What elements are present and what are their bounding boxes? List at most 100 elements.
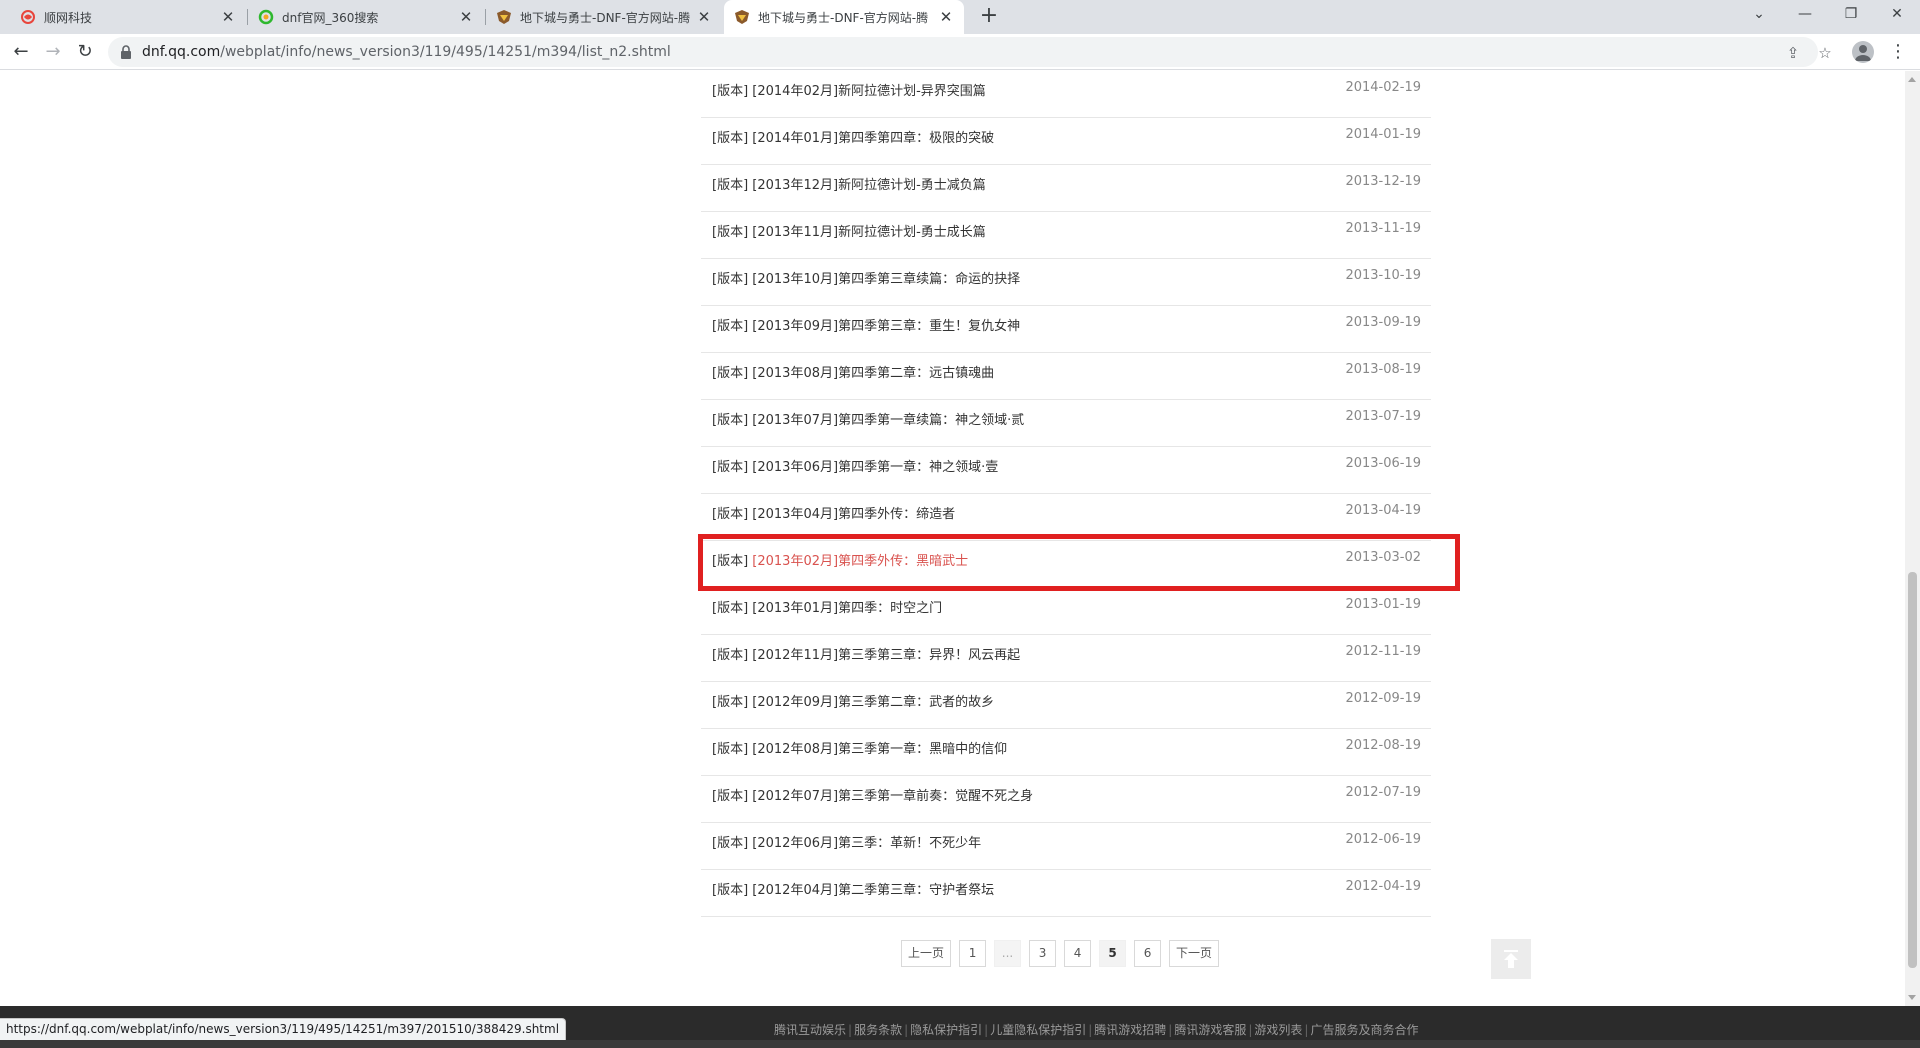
back-arrow-icon[interactable]: ← [8,39,34,65]
vertical-scrollbar[interactable] [1905,71,1920,1006]
share-icon[interactable]: ⇪ [1782,42,1804,64]
scrollbar-thumb[interactable] [1908,572,1917,968]
scroll-down-arrow-icon[interactable] [1908,995,1916,1000]
news-row: [版本] [2012年11月]第三季第三章：异界！风云再起 2012-11-19 [701,635,1431,682]
news-category: [版本] [712,413,749,428]
news-category: [版本] [712,601,749,616]
news-title: [2013年09月]第四季第三章：重生！复仇女神 [752,319,1021,334]
address-bar[interactable]: dnf.qq.com/webplat/info/news_version3/11… [108,37,1832,67]
news-date: 2014-02-19 [1345,80,1421,95]
minimize-button[interactable]: — [1782,0,1828,30]
360-search-icon [258,9,274,25]
tab-0[interactable]: 顺网科技 ✕ [10,0,246,34]
tab-close-icon[interactable]: ✕ [696,8,712,26]
news-row: [版本] [2012年07月]第三季第一章前奏：觉醒不死之身 2012-07-19 [701,776,1431,823]
restore-button[interactable]: ❐ [1828,0,1874,30]
footer-link[interactable]: 儿童隐私保护指引 [990,1023,1086,1037]
tab-strip: 顺网科技 ✕ dnf官网_360搜索 ✕ 地下城与勇士-DNF-官方网站-腾 ✕… [0,0,1920,34]
news-title: [2013年04月]第四季外传：缔造者 [752,507,956,522]
tab-close-icon[interactable]: ✕ [938,8,954,26]
prev-page-button[interactable]: 上一页 [901,940,952,967]
footer-links: 腾讯互动娱乐 | 服务条款 | 隐私保护指引 | 儿童隐私保护指引 | 腾讯游戏招聘 | 腾讯游戏客… [774,1021,1418,1038]
news-title-link[interactable]: [版本] [2013年04月]第四季外传：缔造者 [712,503,955,522]
news-title-link[interactable]: [版本] [2014年02月]新阿拉德计划-异界突围篇 [712,80,986,99]
news-title-link[interactable]: [版本] [2013年08月]第四季第二章：远古镇魂曲 [712,362,994,381]
bottom-strip [0,1040,1920,1048]
close-window-button[interactable]: ✕ [1874,0,1920,30]
page-6-button[interactable]: 6 [1134,940,1162,967]
news-category: [版本] [712,789,749,804]
news-category: [版本] [712,695,749,710]
news-title: [2013年10月]第四季第三章续篇：命运的抉择 [752,272,1021,287]
news-title: [2012年09月]第三季第二章：武者的故乡 [752,695,995,710]
forward-arrow-icon[interactable]: → [40,39,66,65]
news-title-link[interactable]: [版本] [2012年06月]第三季：革新！不死少年 [712,832,981,851]
news-date: 2012-08-19 [1345,738,1421,753]
news-title-link[interactable]: [版本] [2012年11月]第三季第三章：异界！风云再起 [712,644,1020,663]
scroll-up-arrow-icon[interactable] [1908,77,1916,82]
page-3-button[interactable]: 3 [1029,940,1057,967]
news-title: [2012年11月]第三季第三章：异界！风云再起 [752,648,1021,663]
dnf-logo-icon [734,9,750,25]
news-title-link[interactable]: [版本] [2012年04月]第二季第三章：守护者祭坛 [712,879,994,898]
news-title-link[interactable]: [版本] [2013年06月]第四季第一章：神之领域·壹 [712,456,998,475]
back-to-top-button[interactable] [1491,939,1531,979]
news-title-link[interactable]: [版本] [2013年07月]第四季第一章续篇：神之领域·贰 [712,409,1024,428]
news-category: [版本] [712,131,749,146]
news-title: [2012年07月]第三季第一章前奏：觉醒不死之身 [752,789,1034,804]
news-title-link[interactable]: [版本] [2013年01月]第四季：时空之门 [712,597,942,616]
tab-2[interactable]: 地下城与勇士-DNF-官方网站-腾 ✕ [486,0,722,34]
news-date: 2012-04-19 [1345,879,1421,894]
news-date: 2014-01-19 [1345,127,1421,142]
news-date: 2012-07-19 [1345,785,1421,800]
tab-search-chevron-icon[interactable]: ⌄ [1736,0,1782,30]
footer-link[interactable]: 广告服务及商务合作 [1310,1023,1418,1037]
tab-close-icon[interactable]: ✕ [220,8,236,26]
lock-icon [121,45,131,59]
page-4-button[interactable]: 4 [1064,940,1092,967]
news-title-link[interactable]: [版本] [2012年09月]第三季第二章：武者的故乡 [712,691,994,710]
news-title-link[interactable]: [版本] [2012年07月]第三季第一章前奏：觉醒不死之身 [712,785,1033,804]
shunwang-logo-icon [20,9,36,25]
news-title: [2014年01月]第四季第四章：极限的突破 [752,131,995,146]
news-date: 2013-07-19 [1345,409,1421,424]
footer-link[interactable]: 腾讯游戏招聘 [1094,1023,1166,1037]
reload-icon[interactable]: ↻ [72,39,98,65]
next-page-button[interactable]: 下一页 [1169,940,1220,967]
footer-link[interactable]: 隐私保护指引 [910,1023,982,1037]
new-tab-button[interactable]: + [976,4,1002,30]
bookmark-star-icon[interactable]: ☆ [1814,42,1836,64]
news-date: 2013-12-19 [1345,174,1421,189]
footer-link[interactable]: 腾讯游戏客服 [1174,1023,1246,1037]
news-row: [版本] [2013年08月]第四季第二章：远古镇魂曲 2013-08-19 [701,353,1431,400]
news-title-link[interactable]: [版本] [2013年12月]新阿拉德计划-勇士减负篇 [712,174,986,193]
browser-menu-icon[interactable]: ⋮ [1888,39,1908,65]
footer-link[interactable]: 游戏列表 [1254,1023,1302,1037]
news-row: [版本] [2013年10月]第四季第三章续篇：命运的抉择 2013-10-19 [701,259,1431,306]
news-title: [2013年11月]新阿拉德计划-勇士成长篇 [752,225,986,240]
footer-link[interactable]: 腾讯互动娱乐 [774,1023,846,1037]
browser-toolbar: ← → ↻ dnf.qq.com/webplat/info/news_versi… [0,34,1920,70]
tab-3[interactable]: 地下城与勇士-DNF-官方网站-腾 ✕ [724,0,964,34]
news-category: [版本] [712,883,749,898]
news-title-link[interactable]: [版本] [2013年09月]第四季第三章：重生！复仇女神 [712,315,1020,334]
tab-1[interactable]: dnf官网_360搜索 ✕ [248,0,484,34]
news-category: [版本] [712,507,749,522]
profile-avatar-icon[interactable] [1852,41,1874,63]
news-title: [2013年08月]第四季第二章：远古镇魂曲 [752,366,995,381]
news-title: [2013年01月]第四季：时空之门 [752,601,943,616]
news-row: [版本] [2012年04月]第二季第三章：守护者祭坛 2012-04-19 [701,870,1431,917]
tab-close-icon[interactable]: ✕ [458,8,474,26]
footer-link[interactable]: 服务条款 [854,1023,902,1037]
news-title-link[interactable]: [版本] [2014年01月]第四季第四章：极限的突破 [712,127,994,146]
news-title-link[interactable]: [版本] [2013年10月]第四季第三章续篇：命运的抉择 [712,268,1020,287]
news-date: 2012-06-19 [1345,832,1421,847]
link-status-bubble: https://dnf.qq.com/webplat/info/news_ver… [0,1018,567,1040]
news-title-link[interactable]: [版本] [2012年08月]第三季第一章：黑暗中的信仰 [712,738,1007,757]
news-title: [2012年04月]第二季第三章：守护者祭坛 [752,883,995,898]
news-row: [版本] [2012年06月]第三季：革新！不死少年 2012-06-19 [701,823,1431,870]
page-1-button[interactable]: 1 [959,940,987,967]
url-text[interactable]: dnf.qq.com/webplat/info/news_version3/11… [142,44,671,60]
news-title-link[interactable]: [版本] [2013年11月]新阿拉德计划-勇士成长篇 [712,221,986,240]
news-category: [版本] [712,84,749,99]
